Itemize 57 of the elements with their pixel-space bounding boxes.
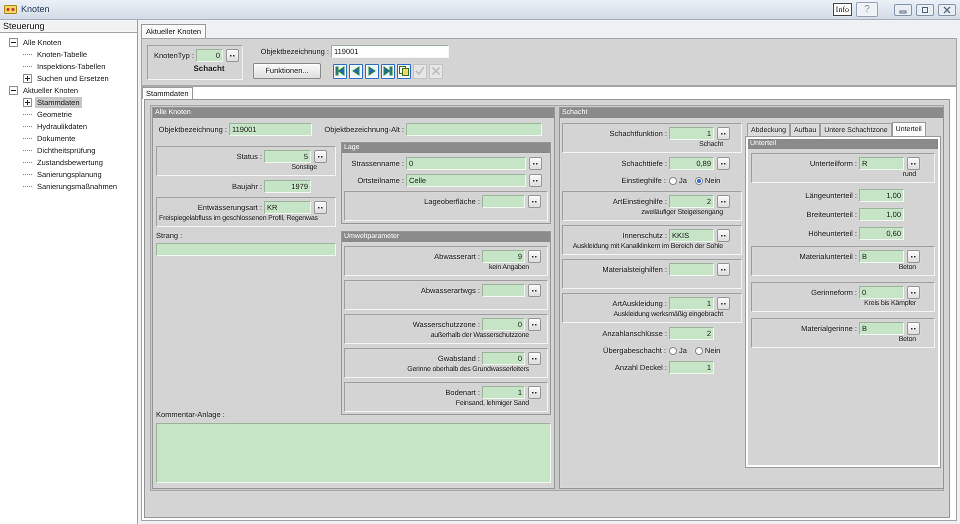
skip-forward-icon	[382, 65, 394, 77]
expand-icon[interactable]	[23, 98, 32, 106]
maximize-button[interactable]	[916, 4, 934, 16]
lookup-button[interactable]	[717, 297, 730, 310]
radio-button[interactable]	[669, 346, 677, 354]
lookup-button[interactable]	[529, 174, 542, 187]
lookup-button[interactable]	[529, 157, 542, 170]
input-field[interactable]	[482, 195, 525, 208]
close-button[interactable]	[938, 4, 956, 16]
lookup-button[interactable]	[314, 201, 327, 214]
lookup-button[interactable]	[528, 386, 541, 399]
info-button[interactable]: Info	[832, 3, 852, 16]
first-record-button[interactable]	[333, 64, 347, 78]
radio-button[interactable]	[694, 176, 703, 184]
lookup-button[interactable]	[907, 250, 920, 263]
lookup-button[interactable]	[907, 286, 920, 299]
arrow-right-icon	[366, 65, 378, 77]
lookup-button[interactable]	[717, 127, 730, 140]
lookup-button[interactable]	[717, 195, 730, 208]
input-field[interactable]	[482, 284, 525, 297]
skip-back-icon	[334, 65, 346, 77]
input-field[interactable]	[156, 243, 336, 256]
copy-icon	[398, 65, 410, 77]
expand-icon[interactable]	[23, 74, 32, 82]
lookup-button[interactable]	[314, 150, 327, 163]
close-icon	[942, 6, 952, 14]
lookup-button[interactable]	[528, 352, 541, 365]
lookup-button[interactable]	[528, 250, 541, 263]
lookup-button[interactable]	[528, 318, 541, 331]
radio-button[interactable]	[694, 346, 703, 354]
next-record-button[interactable]	[365, 64, 379, 78]
sidebar-title: Steuerung	[0, 20, 137, 33]
previous-record-button[interactable]	[349, 64, 363, 78]
last-record-button[interactable]	[381, 64, 395, 78]
app-icon	[4, 5, 17, 14]
lookup-button[interactable]	[717, 263, 730, 276]
comment-field[interactable]	[156, 423, 551, 483]
lookup-button[interactable]	[717, 157, 730, 170]
lookup-button[interactable]	[717, 229, 730, 242]
collapse-icon[interactable]	[9, 86, 18, 94]
lookup-button[interactable]	[528, 284, 541, 297]
lookup-button[interactable]	[528, 195, 541, 208]
arrow-left-icon	[350, 65, 362, 77]
checkmark-icon	[414, 65, 426, 77]
lookup-button[interactable]	[907, 322, 920, 335]
collapse-icon[interactable]	[9, 38, 18, 46]
input-field[interactable]	[669, 263, 714, 276]
window-title: Knoten	[21, 2, 50, 16]
close-icon	[430, 65, 442, 77]
radio-button[interactable]	[669, 176, 677, 184]
copy-button[interactable]	[397, 64, 411, 78]
maximize-icon	[920, 6, 930, 14]
lookup-button[interactable]	[907, 157, 920, 170]
lookup-button[interactable]	[226, 49, 239, 62]
input-field[interactable]	[406, 123, 542, 136]
minimize-button[interactable]	[894, 4, 912, 16]
field-description: Schacht	[193, 64, 225, 73]
